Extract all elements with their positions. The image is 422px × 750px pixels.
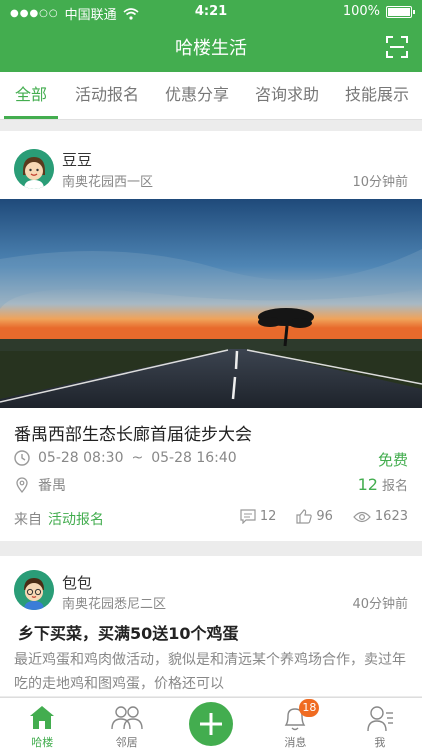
comment-count: 12 xyxy=(259,509,277,524)
avatar[interactable] xyxy=(14,570,54,610)
post-time: 40分钟前 xyxy=(352,597,408,612)
nav-messages[interactable]: 18 消息 xyxy=(253,698,337,750)
post-time: 10分钟前 xyxy=(352,175,408,190)
top-bar: ●●●○○ 中国联通 4:21 100% 哈楼生活 xyxy=(0,0,422,72)
eye-icon xyxy=(353,511,371,522)
comment-button[interactable]: 12 xyxy=(240,509,277,524)
clock-icon xyxy=(14,450,30,466)
battery-icon xyxy=(386,5,415,18)
nav-home-label: 哈楼 xyxy=(31,736,54,749)
tab-activity-signup[interactable]: 活动报名 xyxy=(62,72,152,119)
thumbs-up-icon xyxy=(296,509,313,524)
location-pin-icon xyxy=(16,477,28,493)
tab-skills[interactable]: 技能展示 xyxy=(332,72,422,119)
community-name: 南奥花园西一区 xyxy=(62,175,154,190)
signup-count: 12 报名 xyxy=(358,475,408,494)
post-stats: 12 96 1623 xyxy=(240,509,408,524)
event-location-row: 番禺 xyxy=(14,475,66,495)
price-label: 免费 xyxy=(377,451,408,469)
event-location: 番禺 xyxy=(38,478,66,494)
text-post-card[interactable]: 包包 南奥花园悉尼二区 40分钟前 乡下买菜，买满50送10个鸡蛋 最近鸡蛋和鸡… xyxy=(0,556,422,696)
avatar[interactable] xyxy=(14,149,54,189)
page-title: 哈楼生活 xyxy=(175,38,247,59)
community-name: 南奥花园悉尼二区 xyxy=(62,597,167,612)
like-count: 96 xyxy=(316,509,333,524)
nav-neighbors-label: 邻居 xyxy=(115,736,138,749)
view-stat: 1623 xyxy=(353,509,408,524)
scan-icon[interactable] xyxy=(386,36,408,58)
bottom-nav: 哈楼 邻居 18 消息 我 xyxy=(0,697,422,750)
view-count: 1623 xyxy=(374,509,408,524)
event-photo[interactable] xyxy=(0,199,422,408)
author-name[interactable]: 包包 xyxy=(62,572,92,593)
status-bar: ●●●○○ 中国联通 4:21 100% xyxy=(0,0,422,24)
message-badge: 18 xyxy=(299,699,320,717)
event-title[interactable]: 番禺西部生态长廊首届徒步大会 xyxy=(14,420,252,445)
post-body: 最近鸡蛋和鸡肉做活动，貌似是和清远某个养鸡场合作，卖过年吃的走地鸡和图鸡蛋，价格… xyxy=(14,652,406,692)
plus-icon[interactable] xyxy=(189,702,234,746)
battery-percent: 100% xyxy=(342,4,380,19)
post-title[interactable]: 乡下买菜，买满50送10个鸡蛋 xyxy=(18,620,239,644)
category-tabs: 全部 活动报名 优惠分享 咨询求助 技能展示 xyxy=(0,72,422,120)
like-button[interactable]: 96 xyxy=(296,509,333,524)
comment-icon xyxy=(240,509,256,524)
nav-messages-label: 消息 xyxy=(284,736,307,749)
category-link[interactable]: 活动报名 xyxy=(48,512,104,528)
nav-home[interactable]: 哈楼 xyxy=(0,698,84,750)
tab-deals[interactable]: 优惠分享 xyxy=(152,72,242,119)
event-time-row: 05-28 08:30 ~ 05-28 16:40 xyxy=(14,450,237,466)
time-separator: ~ xyxy=(131,450,144,466)
author-name[interactable]: 豆豆 xyxy=(62,149,92,170)
signup-number: 12 xyxy=(357,475,378,494)
signup-label: 报名 xyxy=(381,479,408,494)
nav-create[interactable] xyxy=(169,698,253,750)
from-label: 来自 xyxy=(14,512,42,528)
post-source: 来自 活动报名 xyxy=(14,509,104,529)
event-start: 05-28 08:30 xyxy=(38,450,124,466)
neighbors-icon xyxy=(110,706,143,730)
tab-help[interactable]: 咨询求助 xyxy=(242,72,332,119)
event-post-card[interactable]: 豆豆 南奥花园西一区 10分钟前 番禺西部生态长廊首届徒步大会 05-28 08… xyxy=(0,131,422,541)
nav-profile[interactable]: 我 xyxy=(338,698,422,750)
profile-icon xyxy=(367,706,393,732)
home-icon xyxy=(30,706,55,729)
nav-profile-label: 我 xyxy=(374,736,386,749)
nav-neighbors[interactable]: 邻居 xyxy=(84,698,168,750)
tab-all[interactable]: 全部 xyxy=(0,72,62,119)
event-end: 05-28 16:40 xyxy=(151,450,237,466)
